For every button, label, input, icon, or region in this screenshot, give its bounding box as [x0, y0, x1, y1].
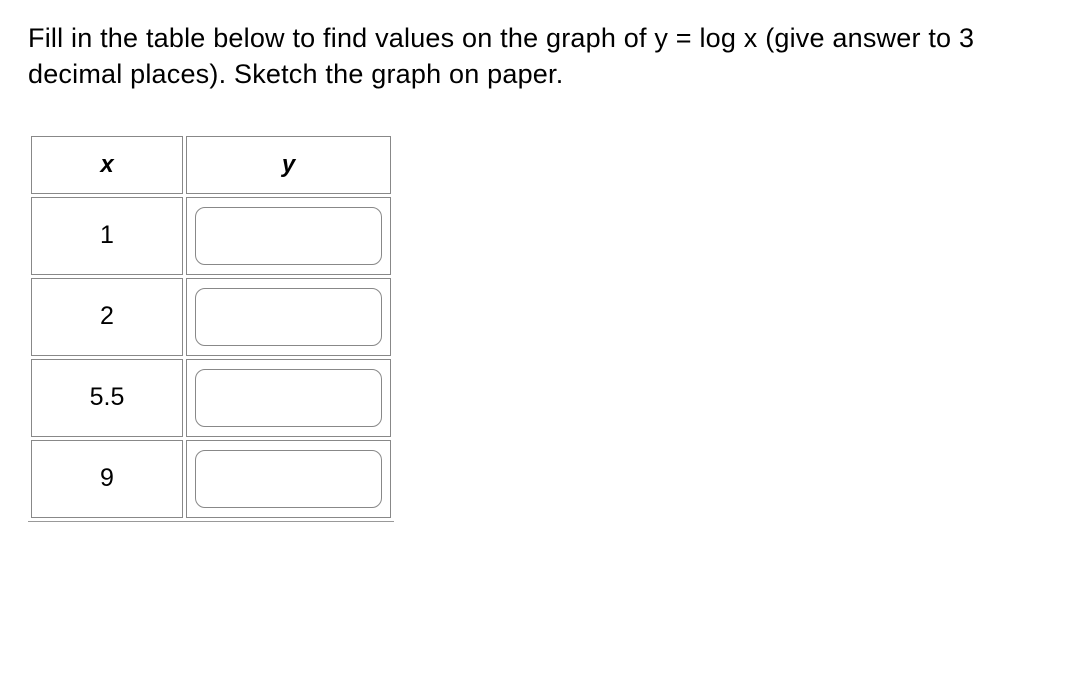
- y-input-row-1[interactable]: [195, 207, 382, 265]
- table-row: 2: [31, 278, 391, 356]
- x-value-cell: 1: [31, 197, 183, 275]
- x-value-cell: 9: [31, 440, 183, 518]
- x-value-cell: 5.5: [31, 359, 183, 437]
- y-input-row-4[interactable]: [195, 450, 382, 508]
- table-row: 1: [31, 197, 391, 275]
- table-row: 5.5: [31, 359, 391, 437]
- x-value-cell: 2: [31, 278, 183, 356]
- y-value-cell: [186, 197, 391, 275]
- table-row: 9: [31, 440, 391, 518]
- y-input-row-2[interactable]: [195, 288, 382, 346]
- y-value-cell: [186, 359, 391, 437]
- table-header-y: y: [186, 136, 391, 194]
- table-header-x: x: [31, 136, 183, 194]
- y-value-cell: [186, 440, 391, 518]
- values-table: x y 1 2 5.5 9: [28, 133, 394, 522]
- y-value-cell: [186, 278, 391, 356]
- y-input-row-3[interactable]: [195, 369, 382, 427]
- question-prompt: Fill in the table below to find values o…: [28, 20, 1054, 93]
